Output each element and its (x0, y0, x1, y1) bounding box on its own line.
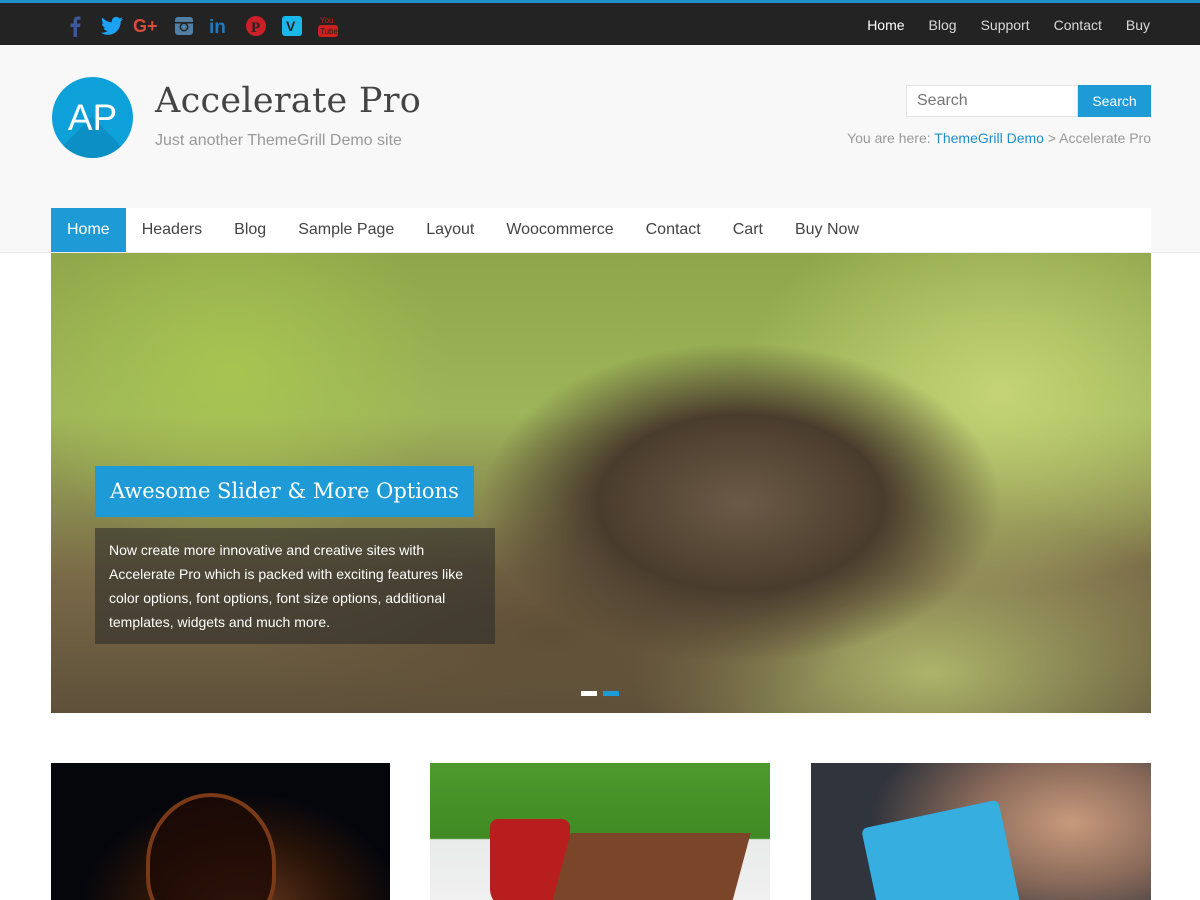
breadcrumb: You are here: ThemeGrill Demo > Accelera… (847, 130, 1151, 146)
search-input[interactable] (906, 85, 1078, 117)
svg-text:P: P (251, 20, 260, 36)
breadcrumb-link[interactable]: ThemeGrill Demo (934, 130, 1044, 146)
cake-image (549, 833, 751, 900)
slide-description: Now create more innovative and creative … (95, 528, 495, 644)
slider-pagination (581, 691, 619, 696)
youtube-icon[interactable]: You Tube (310, 13, 346, 39)
site-title[interactable]: Accelerate Pro (155, 81, 421, 121)
facebook-icon[interactable] (58, 13, 94, 39)
search-button[interactable]: Search (1078, 85, 1151, 117)
logo-text: AP (67, 97, 118, 138)
topnav-contact[interactable]: Contact (1054, 17, 1102, 33)
vimeo-icon[interactable]: V (274, 13, 310, 39)
twitter-icon[interactable] (94, 13, 130, 39)
slider-dot-1[interactable] (581, 691, 597, 696)
nav-item-buy-now[interactable]: Buy Now (779, 208, 875, 252)
instagram-icon[interactable] (166, 13, 202, 39)
nav-item-contact[interactable]: Contact (630, 208, 717, 252)
svg-text:Tube: Tube (320, 27, 338, 36)
featured-card-coffee[interactable] (51, 763, 390, 900)
hero-slider[interactable]: Awesome Slider & More Options Now create… (51, 253, 1151, 713)
linkedin-icon[interactable]: in (202, 13, 238, 39)
svg-text:in: in (209, 17, 226, 36)
nav-item-sample-page[interactable]: Sample Page (282, 208, 410, 252)
nav-item-cart[interactable]: Cart (717, 208, 779, 252)
svg-text:You: You (320, 16, 334, 25)
top-bar: G+ in P V You Tube Home Blog Support Cont… (0, 0, 1200, 45)
nav-item-layout[interactable]: Layout (410, 208, 490, 252)
featured-card-credit-card[interactable] (811, 763, 1151, 900)
topnav-buy[interactable]: Buy (1126, 17, 1150, 33)
breadcrumb-prefix: You are here: (847, 130, 935, 146)
slider-dot-2[interactable] (603, 691, 619, 696)
slide-title[interactable]: Awesome Slider & More Options (95, 466, 474, 517)
topnav-support[interactable]: Support (981, 17, 1030, 33)
svg-text:V: V (286, 18, 296, 34)
top-navigation: Home Blog Support Contact Buy (843, 17, 1150, 33)
nav-item-blog[interactable]: Blog (218, 208, 282, 252)
breadcrumb-current: Accelerate Pro (1059, 130, 1151, 146)
social-links: G+ in P V You Tube (58, 13, 346, 39)
site-tagline: Just another ThemeGrill Demo site (155, 132, 402, 149)
nav-item-woocommerce[interactable]: Woocommerce (490, 208, 629, 252)
nav-item-home[interactable]: Home (51, 208, 126, 252)
google-plus-icon[interactable]: G+ (130, 13, 166, 39)
credit-card-image (861, 799, 1021, 900)
nav-item-headers[interactable]: Headers (126, 208, 218, 252)
svg-text:G+: G+ (133, 16, 158, 36)
breadcrumb-separator: > (1043, 130, 1060, 146)
pinterest-icon[interactable]: P (238, 13, 274, 39)
topnav-blog[interactable]: Blog (929, 17, 957, 33)
main-navigation: Home Headers Blog Sample Page Layout Woo… (51, 208, 1151, 252)
site-logo[interactable]: AP (52, 77, 133, 158)
featured-card-cake[interactable] (430, 763, 770, 900)
coffee-cup-image (146, 793, 276, 900)
topnav-home[interactable]: Home (867, 17, 904, 33)
